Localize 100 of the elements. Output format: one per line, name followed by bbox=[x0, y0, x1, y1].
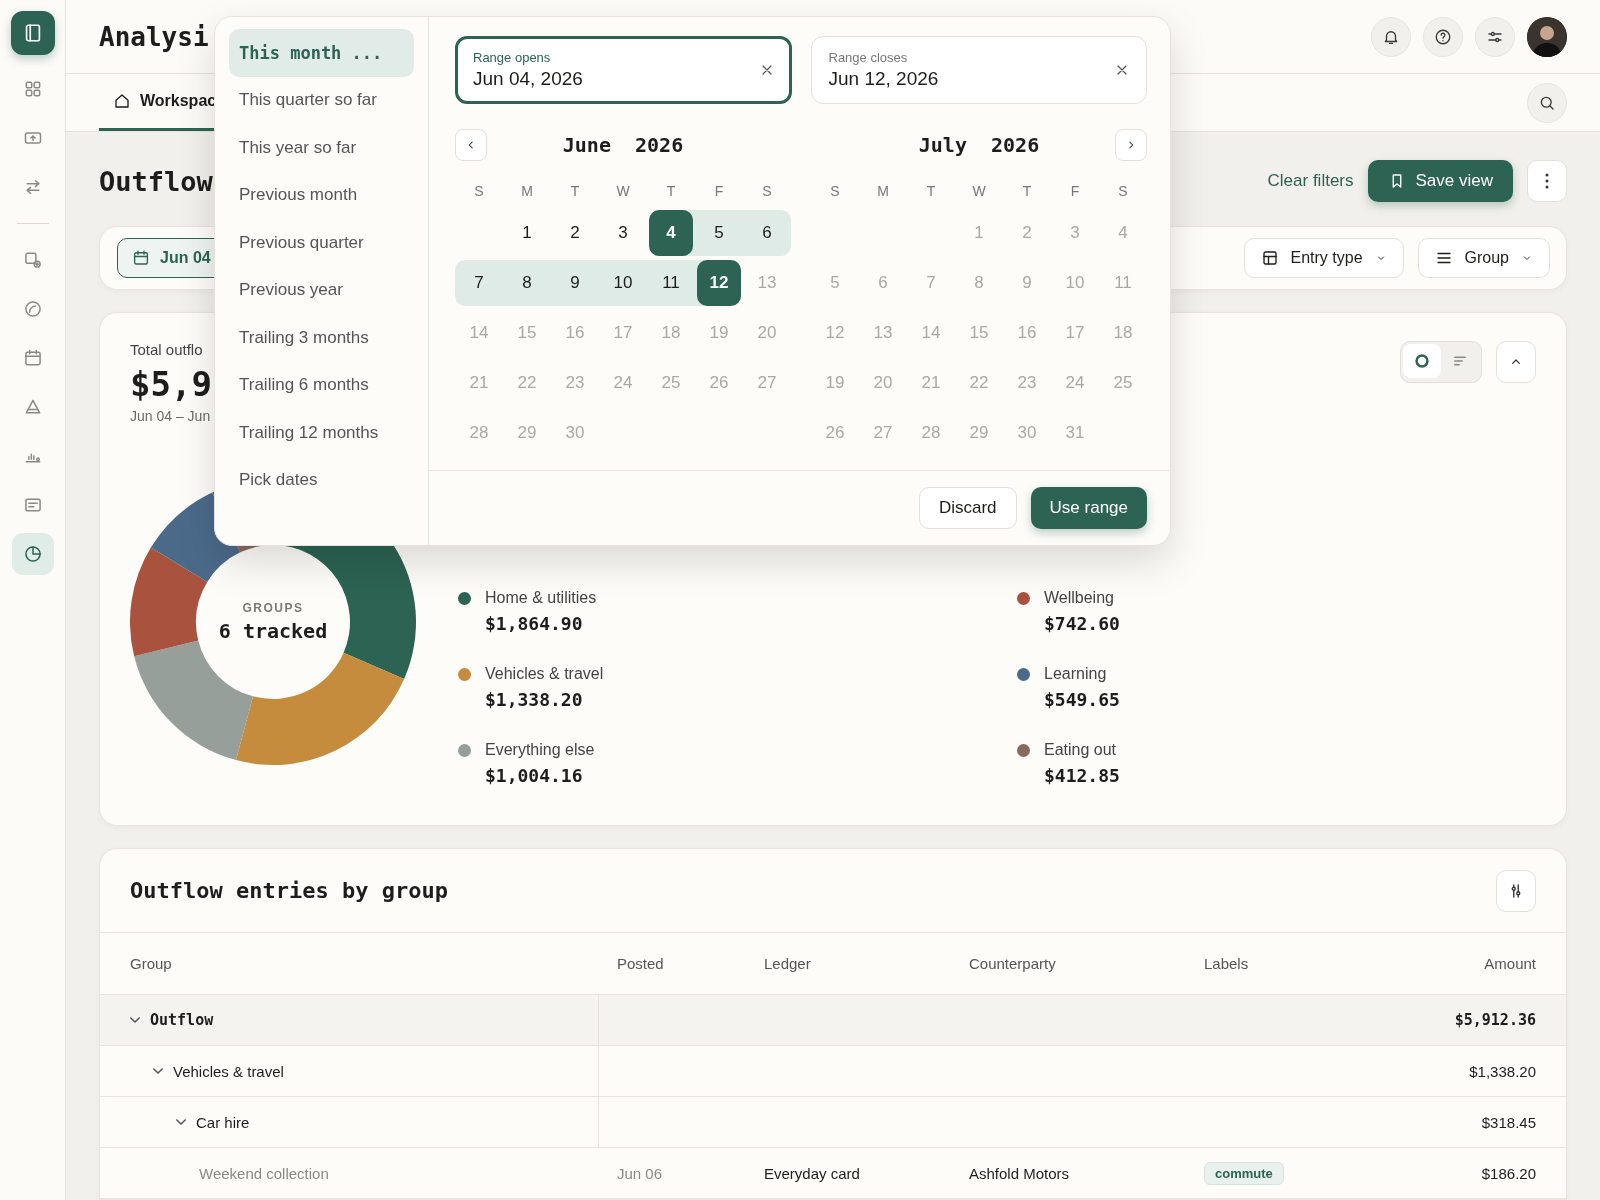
column-settings-button[interactable] bbox=[1496, 869, 1536, 912]
preset-option[interactable]: Previous quarter bbox=[229, 219, 414, 267]
gauge-icon bbox=[22, 299, 43, 319]
calendar-icon bbox=[132, 249, 150, 267]
weekday-label: W bbox=[615, 183, 631, 199]
donut-value: 6 tracked bbox=[218, 619, 328, 643]
weekday-label: T bbox=[569, 183, 581, 199]
preset-option[interactable]: Pick dates bbox=[229, 456, 414, 504]
app-title: Analysi bbox=[99, 21, 209, 52]
message-icon bbox=[22, 495, 43, 515]
label-tag: commute bbox=[1204, 1161, 1284, 1185]
weekday-label: W bbox=[971, 183, 987, 199]
legend-amount: $1,864.90 bbox=[485, 613, 584, 634]
table-cell: $186.20 bbox=[1481, 1164, 1536, 1182]
weekday-label: S bbox=[761, 183, 773, 199]
group-dropdown[interactable]: Group bbox=[1417, 238, 1550, 278]
calendar-day[interactable]: 3 bbox=[599, 210, 647, 256]
save-view-button[interactable]: Save view bbox=[1367, 160, 1513, 202]
donut-caption: GROUPS bbox=[242, 601, 304, 615]
home-icon bbox=[113, 92, 131, 110]
group-amount: $5,912.36 bbox=[1454, 1011, 1536, 1029]
entry-type-dropdown[interactable]: Entry type bbox=[1243, 238, 1404, 278]
legend-label: Home & utilities bbox=[485, 589, 598, 607]
month-title: July 2026 bbox=[918, 133, 1040, 157]
preset-option[interactable]: This month ... bbox=[229, 29, 414, 77]
legend-amount: $1,004.16 bbox=[485, 765, 584, 786]
calendar-day[interactable]: 10 bbox=[599, 260, 647, 306]
calendar-day[interactable]: 1 bbox=[503, 210, 551, 256]
add-file-icon bbox=[22, 250, 43, 270]
column-header[interactable]: Ledger bbox=[764, 955, 811, 972]
table-icon bbox=[1260, 249, 1279, 267]
legend-amount: $1,338.20 bbox=[485, 689, 584, 710]
total-label: Total outflo bbox=[130, 341, 204, 358]
weekday-label: S bbox=[1117, 183, 1129, 199]
field-value: Jun 12, 2026 bbox=[828, 68, 939, 90]
weekday-label: T bbox=[925, 183, 937, 199]
legend-label: Everything else bbox=[485, 741, 596, 759]
table-cell: Ashfold Motors bbox=[969, 1164, 1070, 1182]
use-range-button[interactable]: Use range bbox=[1030, 487, 1147, 529]
help-button[interactable] bbox=[1423, 16, 1463, 57]
search-button[interactable] bbox=[1527, 82, 1567, 123]
date-field[interactable]: Range opens Jun 04, 2026 bbox=[455, 36, 792, 104]
month-title: June 2026 bbox=[562, 133, 684, 157]
weekday-label: T bbox=[665, 183, 677, 199]
preset-option[interactable]: This quarter so far bbox=[229, 76, 414, 124]
column-header[interactable]: Group bbox=[130, 955, 172, 972]
chevron-icon[interactable] bbox=[153, 1068, 163, 1074]
calendar-day[interactable]: 2 bbox=[551, 210, 599, 256]
table-title: Outflow entries by group bbox=[130, 878, 448, 903]
preset-option[interactable]: Trailing 12 months bbox=[229, 409, 414, 457]
sidebar-item[interactable] bbox=[11, 533, 54, 575]
preset-option[interactable]: Previous year bbox=[229, 266, 414, 314]
notifications-button[interactable] bbox=[1371, 16, 1411, 57]
weekday-label: F bbox=[713, 183, 725, 199]
table-cell: Everyday card bbox=[764, 1164, 860, 1182]
calendar-day[interactable]: 5 bbox=[695, 210, 743, 256]
legend-amount: $742.60 bbox=[1044, 613, 1121, 634]
weekday-label: M bbox=[876, 183, 890, 199]
view-toggle[interactable] bbox=[1403, 344, 1441, 378]
weekday-label: F bbox=[1069, 183, 1081, 199]
date-range-text: Jun 04 – Jun bbox=[130, 408, 212, 424]
app-logo[interactable] bbox=[10, 11, 55, 55]
preset-option[interactable]: Trailing 3 months bbox=[229, 314, 414, 362]
ring-icon bbox=[1412, 351, 1432, 371]
column-header[interactable]: Counterparty bbox=[969, 955, 1056, 972]
date-field[interactable]: Range closes Jun 12, 2026 bbox=[810, 36, 1147, 104]
preset-option[interactable]: Trailing 6 months bbox=[229, 361, 414, 409]
table-cell: Weekend collection bbox=[199, 1164, 329, 1182]
discard-button[interactable]: Discard bbox=[918, 487, 1017, 529]
legend-label: Eating out bbox=[1044, 741, 1118, 759]
calendar-day[interactable]: 11 bbox=[647, 260, 695, 306]
avatar[interactable] bbox=[1527, 16, 1567, 57]
column-header[interactable]: Amount bbox=[1484, 955, 1536, 972]
field-value: Jun 04, 2026 bbox=[473, 68, 583, 90]
preset-option[interactable]: This year so far bbox=[229, 124, 414, 172]
calendar-day[interactable]: 12 bbox=[695, 260, 743, 306]
legend-label: Vehicles & travel bbox=[485, 665, 605, 683]
field-label: Range closes bbox=[828, 50, 909, 65]
help-icon bbox=[1434, 27, 1452, 46]
page-heading: Outflow bbox=[99, 165, 213, 197]
column-header[interactable]: Labels bbox=[1204, 955, 1249, 972]
clear-filters-link[interactable]: Clear filters bbox=[1267, 171, 1354, 191]
preset-option[interactable]: Previous month bbox=[229, 171, 414, 219]
pie-chart-icon bbox=[22, 544, 43, 564]
calendar-day[interactable]: 8 bbox=[503, 260, 551, 306]
chevron-icon[interactable] bbox=[130, 1017, 140, 1023]
settings-button[interactable] bbox=[1475, 16, 1515, 57]
calendar-day[interactable]: 6 bbox=[743, 210, 791, 256]
calendar-day[interactable]: 7 bbox=[455, 260, 503, 306]
weekday-label: T bbox=[1021, 183, 1033, 199]
calendar-icon bbox=[22, 348, 43, 368]
group-name: Vehicles & travel bbox=[173, 1062, 284, 1080]
chevron-icon[interactable] bbox=[176, 1119, 186, 1125]
column-header[interactable]: Posted bbox=[617, 955, 664, 972]
legend-amount: $549.65 bbox=[1044, 689, 1121, 710]
group-name: Outflow bbox=[150, 1011, 214, 1029]
group-amount: $318.45 bbox=[1481, 1113, 1536, 1131]
calendar-day[interactable]: 9 bbox=[551, 260, 599, 306]
table-cell: Jun 06 bbox=[617, 1164, 663, 1182]
calendar-day[interactable]: 4 bbox=[647, 210, 695, 256]
